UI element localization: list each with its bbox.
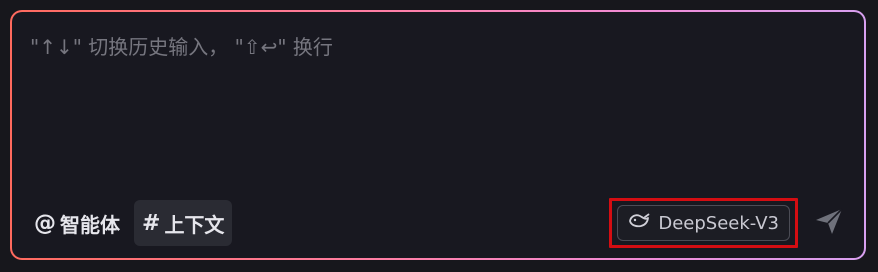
context-label: 上下文: [164, 212, 225, 237]
agent-label: 智能体: [60, 212, 120, 237]
chat-input-panel: "↑↓" 切换历史输入， "⇧↩" 换行 @ 智能体 # 上下文 DeepSee…: [12, 12, 864, 258]
deepseek-whale-icon: [628, 212, 650, 235]
context-button[interactable]: # 上下文: [134, 200, 233, 246]
at-icon: @: [34, 210, 56, 236]
model-selector-highlight: DeepSeek-V3: [609, 198, 798, 248]
send-icon: [813, 205, 845, 241]
model-name: DeepSeek-V3: [658, 212, 779, 234]
input-toolbar: @ 智能体 # 上下文: [32, 200, 233, 246]
agent-button[interactable]: @ 智能体: [32, 200, 126, 246]
chat-input-field[interactable]: [30, 32, 846, 186]
send-button[interactable]: [812, 206, 846, 240]
chat-input-box: "↑↓" 切换历史输入， "⇧↩" 换行 @ 智能体 # 上下文 DeepSee…: [10, 10, 866, 260]
model-selector-button[interactable]: DeepSeek-V3: [617, 205, 790, 241]
hash-icon: #: [142, 210, 161, 236]
